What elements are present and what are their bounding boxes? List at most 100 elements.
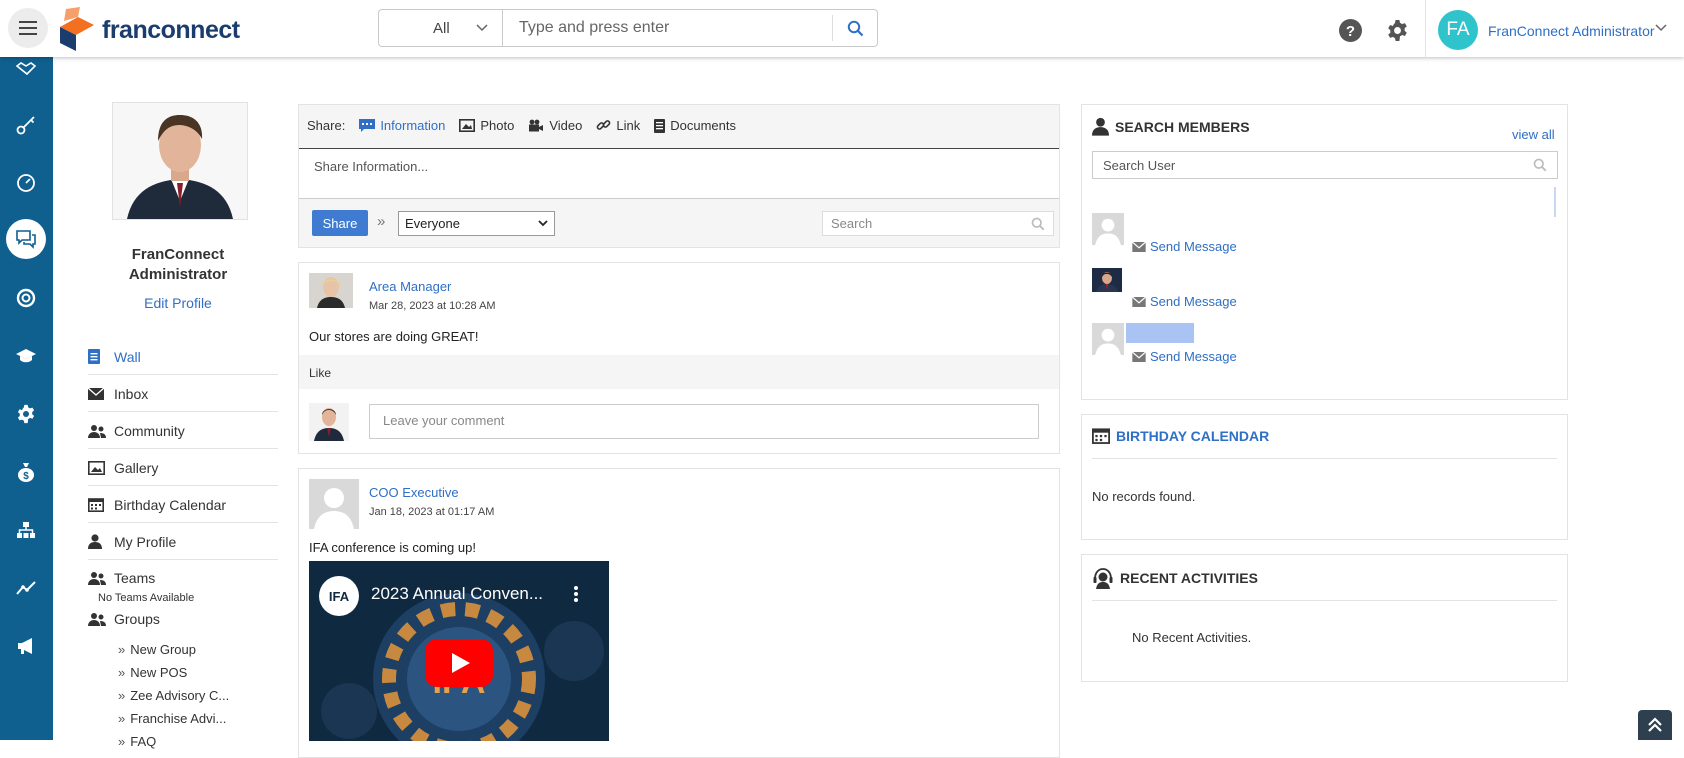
user-icon: [1092, 117, 1109, 136]
view-all-link[interactable]: view all: [1512, 127, 1555, 142]
video-menu-button[interactable]: [573, 585, 579, 603]
recent-activities-title: RECENT ACTIVITIES: [1092, 567, 1258, 589]
post-date: Mar 28, 2023 at 10:28 AM: [369, 300, 496, 312]
nav-teams[interactable]: Teams: [88, 561, 278, 595]
group-item[interactable]: Franchise Advi...: [118, 711, 226, 726]
group-item[interactable]: FAQ: [118, 734, 156, 749]
send-message-label: Send Message: [1150, 294, 1237, 309]
rail-analytics[interactable]: [6, 568, 46, 608]
nav-my-profile[interactable]: My Profile: [88, 524, 278, 560]
comment-input[interactable]: Leave your comment: [369, 404, 1039, 439]
share-tabs: Share: Information Photo Video Link Docu…: [307, 118, 736, 133]
tab-video[interactable]: Video: [528, 118, 582, 133]
rail-dashboard[interactable]: [6, 163, 46, 203]
rail-key[interactable]: [6, 105, 46, 145]
profile-photo[interactable]: [112, 102, 248, 220]
profile-photo-image: [113, 103, 247, 219]
post-card: COO Executive Jan 18, 2023 at 01:17 AM I…: [298, 468, 1060, 758]
edit-profile-link[interactable]: Edit Profile: [88, 295, 268, 311]
envelope-icon: [1132, 296, 1146, 307]
handshake-icon: [16, 62, 36, 76]
megaphone-icon: [18, 638, 32, 654]
member-photo[interactable]: [1092, 323, 1124, 355]
send-message-link[interactable]: Send Message: [1132, 349, 1237, 364]
settings-button[interactable]: [1386, 19, 1409, 42]
video-title[interactable]: 2023 Annual Conven...: [371, 584, 543, 604]
group-item[interactable]: New POS: [118, 665, 187, 680]
menu-button[interactable]: [8, 8, 48, 48]
search-icon: [1031, 217, 1045, 230]
double-chevron-up-icon: [1648, 717, 1662, 732]
post-text: Our stores are doing GREAT!: [309, 329, 479, 344]
search-input[interactable]: Type and press enter: [503, 10, 832, 46]
group-item[interactable]: New Group: [118, 642, 196, 657]
recent-activities-widget: RECENT ACTIVITIES No Recent Activities.: [1081, 554, 1568, 682]
rail-training[interactable]: [6, 336, 46, 376]
search-icon: [1533, 158, 1547, 172]
user-icon: [88, 534, 106, 549]
send-message-label: Send Message: [1150, 349, 1237, 364]
rail-support[interactable]: [6, 278, 46, 318]
scroll-to-top-button[interactable]: [1638, 710, 1672, 740]
avatar[interactable]: FA: [1438, 10, 1478, 50]
rail-finance[interactable]: $: [6, 452, 46, 492]
video-embed[interactable]: IFA IFA 2023 Annual Conven...: [309, 561, 609, 741]
tab-documents[interactable]: Documents: [654, 118, 736, 133]
group-item[interactable]: Zee Advisory C...: [118, 688, 229, 703]
member-list-scrollbar[interactable]: [1554, 187, 1556, 217]
post-author-link[interactable]: Area Manager: [369, 279, 451, 294]
send-message-link[interactable]: Send Message: [1132, 294, 1237, 309]
member-photo[interactable]: [1092, 213, 1124, 245]
post-author-link[interactable]: COO Executive: [369, 485, 459, 500]
search-scope-value: All: [433, 19, 450, 37]
profile-name-first: FranConnect: [131, 246, 225, 263]
tab-photo[interactable]: Photo: [459, 118, 514, 133]
search-user-input[interactable]: Search User: [1092, 151, 1558, 179]
tab-link-label: Link: [616, 118, 641, 133]
audience-value: Everyone: [405, 216, 460, 231]
member-photo[interactable]: [1092, 268, 1122, 292]
nav-inbox[interactable]: Inbox: [88, 376, 278, 412]
video-camera-icon: [529, 119, 544, 132]
post-author-photo[interactable]: [309, 273, 353, 308]
profile-name-last: Administrator: [128, 266, 228, 283]
nav-groups[interactable]: Groups: [88, 602, 278, 636]
document-icon: [654, 118, 666, 133]
nav-wall[interactable]: Wall: [88, 339, 278, 375]
post-search-placeholder: Search: [831, 216, 873, 231]
share-button[interactable]: Share: [312, 210, 368, 236]
post-search-input[interactable]: Search: [822, 211, 1054, 236]
chevron-down-icon: [476, 24, 488, 32]
video-play-button[interactable]: [425, 639, 493, 687]
nav-birthday-calendar[interactable]: Birthday Calendar: [88, 487, 278, 523]
search-scope-select[interactable]: All: [379, 10, 503, 46]
user-name[interactable]: FranConnect Administrator: [1488, 23, 1655, 39]
analytics-icon: [16, 581, 36, 595]
rail-admin[interactable]: [6, 394, 46, 434]
tab-information[interactable]: Information: [359, 118, 445, 133]
tab-link[interactable]: Link: [596, 118, 640, 133]
franconnect-logo[interactable]: franconnect: [56, 7, 240, 53]
user-menu-toggle[interactable]: [1655, 24, 1667, 32]
rail-chat[interactable]: [6, 219, 46, 259]
nav-teams-label: Teams: [114, 570, 156, 586]
tab-information-label: Information: [380, 118, 446, 133]
birthday-calendar-title[interactable]: BIRTHDAY CALENDAR: [1092, 427, 1269, 444]
search-button[interactable]: [832, 15, 877, 41]
rail-org[interactable]: [6, 510, 46, 550]
gauge-icon: [17, 174, 35, 192]
help-button[interactable]: ?: [1339, 19, 1362, 42]
send-message-link[interactable]: Send Message: [1132, 239, 1237, 254]
share-information-textarea[interactable]: Share Information...: [299, 148, 1059, 199]
channel-logo[interactable]: IFA: [319, 576, 359, 616]
chevron-down-icon: [1655, 24, 1667, 32]
search-icon: [847, 20, 863, 36]
audience-select[interactable]: Everyone: [398, 211, 555, 236]
like-button[interactable]: Like: [309, 366, 331, 380]
nav-community[interactable]: Community: [88, 413, 278, 449]
rail-marketing[interactable]: [6, 626, 46, 666]
nav-gallery[interactable]: Gallery: [88, 450, 278, 486]
graduation-cap-icon: [16, 349, 36, 363]
post-author-photo[interactable]: [309, 479, 359, 529]
post-text: IFA conference is coming up!: [309, 540, 476, 555]
